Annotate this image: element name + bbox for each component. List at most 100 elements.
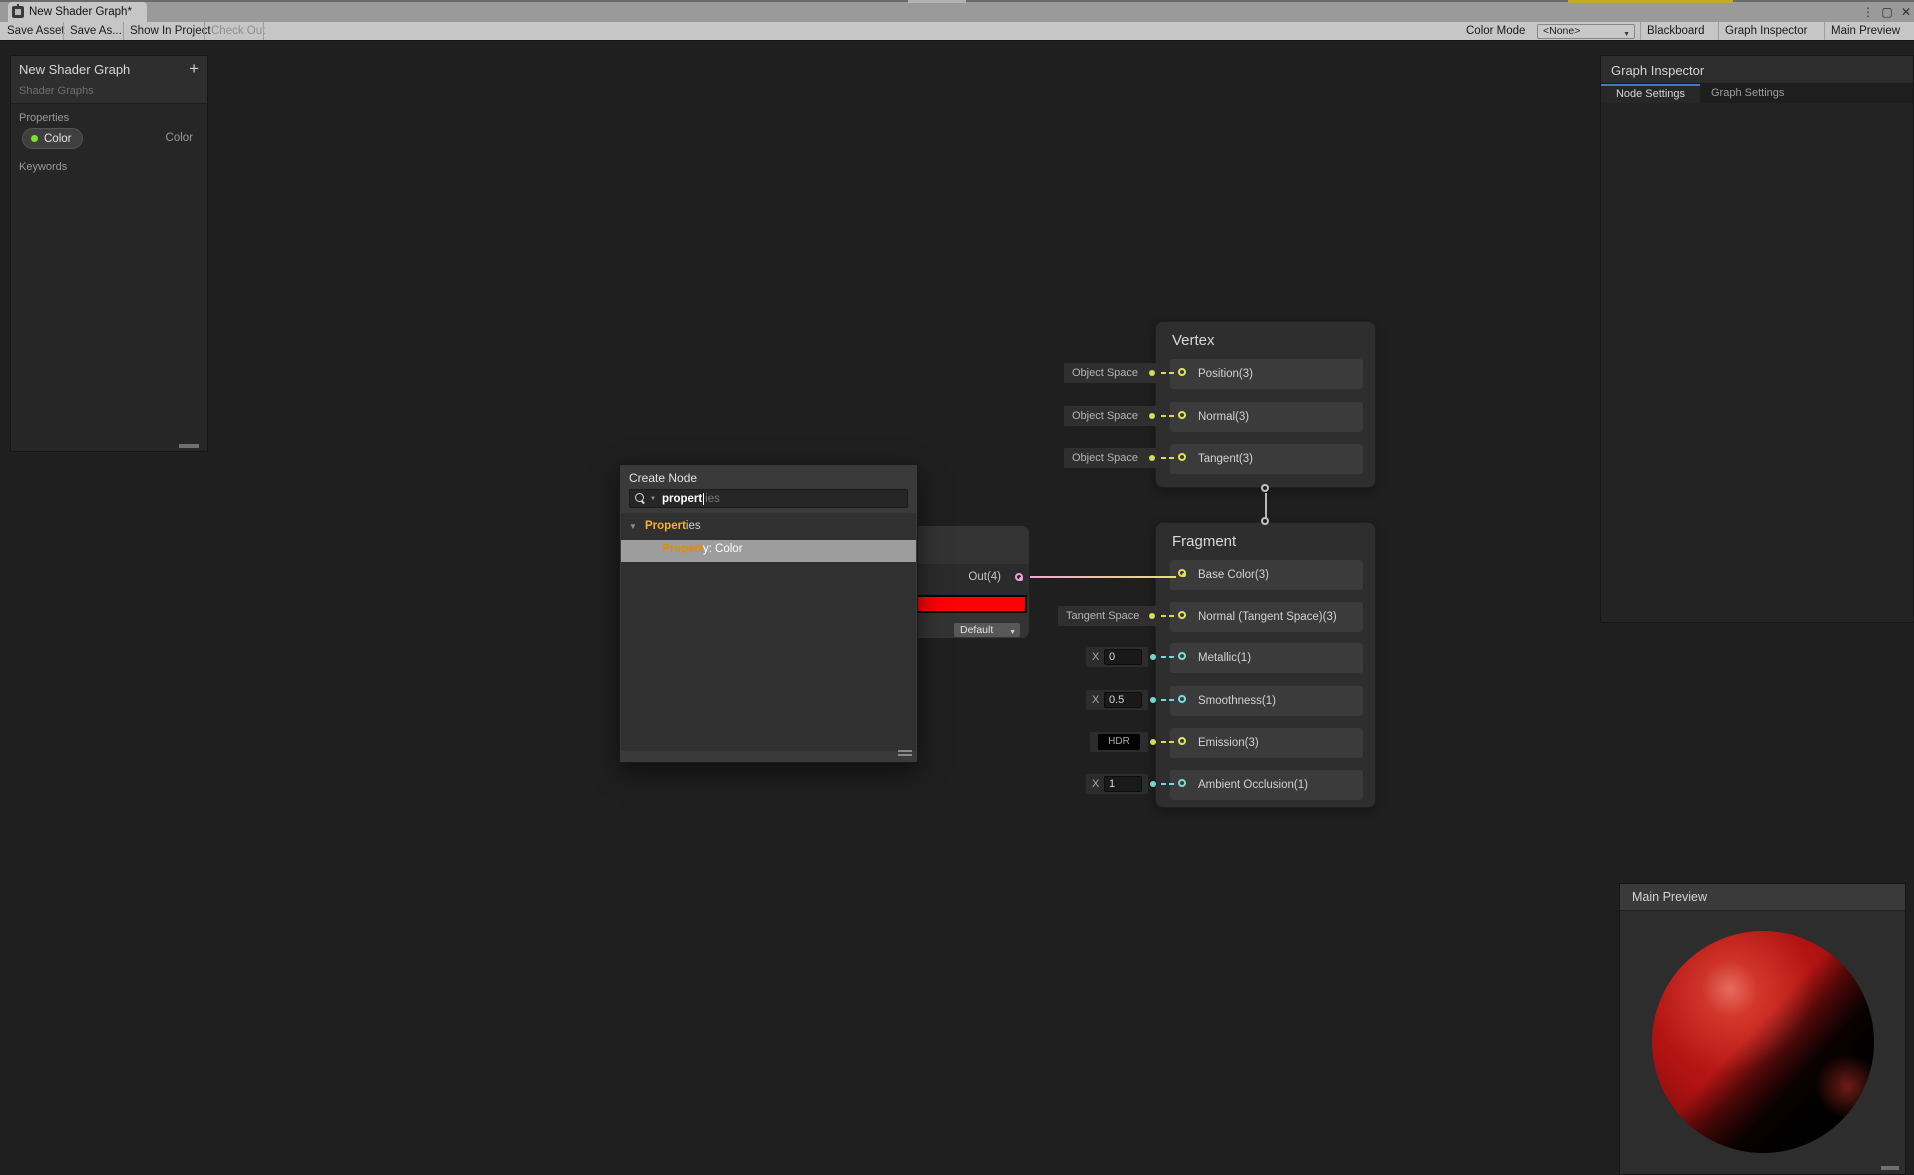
tab-node-settings[interactable]: Node Settings: [1601, 84, 1700, 103]
connector-dash: [1161, 372, 1166, 374]
create-node-dialog: Create Node ▼ propert ies ▼ Properties P…: [619, 464, 918, 763]
space-tag-object[interactable]: Object Space: [1064, 448, 1158, 468]
dialog-resize-grip[interactable]: [898, 750, 912, 757]
graph-inspector-toggle-button[interactable]: Graph Inspector: [1725, 22, 1807, 40]
main-preview-toggle-button[interactable]: Main Preview: [1831, 22, 1900, 40]
fragment-row-label: Base Color(3): [1198, 569, 1269, 581]
connector-dot-icon: [1149, 455, 1155, 461]
tab-new-shader-graph[interactable]: New Shader Graph*: [8, 2, 147, 22]
color-swatch-red[interactable]: [911, 597, 1025, 611]
vertex-row-position[interactable]: Position(3): [1170, 359, 1363, 389]
space-tag-object[interactable]: Object Space: [1064, 406, 1158, 426]
smoothness-value-field[interactable]: 0.5: [1104, 692, 1142, 708]
connector-dot-icon: [1149, 413, 1155, 419]
color-mode-default-dropdown[interactable]: Default ▼: [954, 623, 1020, 637]
port-vector3-icon[interactable]: [1178, 737, 1186, 745]
save-as-button[interactable]: Save As...: [70, 22, 122, 40]
emission-hdr-control[interactable]: HDR: [1090, 732, 1148, 752]
ambient-occlusion-value-field[interactable]: 1: [1104, 776, 1142, 792]
text-caret: [703, 492, 705, 505]
port-vector3-connected-icon[interactable]: [1178, 569, 1186, 577]
blackboard-toggle-button[interactable]: Blackboard: [1647, 22, 1705, 40]
foldout-arrow-icon[interactable]: ▼: [629, 522, 637, 531]
graph-inspector-title: Graph Inspector: [1611, 63, 1705, 78]
x-component-label: X: [1092, 651, 1100, 663]
color-mode-dropdown[interactable]: <None> ▼: [1537, 24, 1635, 39]
save-asset-button[interactable]: Save Asset: [7, 22, 65, 40]
port-vector1-icon[interactable]: [1178, 695, 1186, 703]
out-port-label: Out(4): [968, 571, 1001, 583]
port-vector3-icon[interactable]: [1178, 411, 1186, 419]
color-node-output-row: [903, 564, 1029, 595]
space-tag-label: Tangent Space: [1066, 610, 1140, 622]
connector-dot-icon: [1149, 370, 1155, 376]
space-tag-object[interactable]: Object Space: [1064, 363, 1158, 383]
property-pill-color[interactable]: Color: [22, 128, 84, 149]
show-in-project-button[interactable]: Show In Project: [130, 22, 211, 40]
toolbar-separator: [1824, 22, 1825, 40]
stack-connector-line: [1265, 493, 1267, 518]
add-property-button[interactable]: +: [189, 59, 199, 79]
node-search-field[interactable]: ▼ propert ies: [629, 489, 908, 508]
metallic-value-field[interactable]: 0: [1104, 649, 1142, 665]
fragment-node[interactable]: Fragment Base Color(3) Normal (Tangent S…: [1155, 522, 1376, 808]
edge-color-to-base-color[interactable]: [1028, 576, 1176, 578]
category-match-text: Propert: [645, 520, 686, 532]
hdr-color-swatch[interactable]: HDR: [1098, 734, 1140, 750]
connector-dash: [1169, 457, 1174, 459]
fragment-row-metallic[interactable]: Metallic(1): [1170, 643, 1363, 673]
preview-sphere[interactable]: [1652, 931, 1874, 1153]
space-tag-label: Object Space: [1072, 367, 1139, 379]
ambient-occlusion-value-control: X 1: [1086, 774, 1148, 794]
preview-resize-grip[interactable]: [1881, 1166, 1899, 1170]
fragment-row-ambient-occlusion[interactable]: Ambient Occlusion(1): [1170, 770, 1363, 800]
main-preview-header[interactable]: Main Preview: [1620, 884, 1905, 911]
graph-inspector-panel: Graph Inspector Node Settings Graph Sett…: [1600, 55, 1914, 623]
color-mode-label: Color Mode: [1466, 25, 1526, 37]
tab-graph-settings[interactable]: Graph Settings: [1711, 84, 1784, 103]
main-preview-panel: Main Preview: [1619, 883, 1906, 1175]
category-row-properties[interactable]: ▼ Properties: [621, 517, 916, 538]
port-vector3-icon[interactable]: [1178, 611, 1186, 619]
fragment-row-smoothness[interactable]: Smoothness(1): [1170, 686, 1363, 716]
blackboard-resize-grip[interactable]: [179, 444, 199, 448]
result-row-property-color[interactable]: Property: Color: [621, 540, 916, 562]
vertex-node[interactable]: Vertex Position(3) Normal(3) Tangent(3): [1155, 321, 1376, 488]
port-vector3-icon[interactable]: [1178, 368, 1186, 376]
fragment-row-normal[interactable]: Normal (Tangent Space)(3): [1170, 602, 1363, 632]
color-mode-value: <None>: [1543, 25, 1581, 37]
connector-dash: [1161, 741, 1166, 743]
result-match-text: Propert: [662, 543, 703, 555]
search-autocomplete-ghost: ies: [705, 492, 720, 505]
vertex-row-normal[interactable]: Normal(3): [1170, 402, 1363, 432]
space-tag-tangent[interactable]: Tangent Space: [1058, 606, 1158, 626]
connector-dash: [1161, 457, 1166, 459]
maximize-icon[interactable]: ▢: [1879, 4, 1895, 20]
port-vector1-icon[interactable]: [1178, 779, 1186, 787]
chevron-down-icon: ▼: [1009, 629, 1016, 636]
space-tag-label: Object Space: [1072, 410, 1139, 422]
fragment-node-title: Fragment: [1172, 533, 1237, 550]
vertex-row-tangent[interactable]: Tangent(3): [1170, 444, 1363, 474]
check-out-button: Check Out: [211, 25, 266, 37]
color-property-node[interactable]: Out(4) Default ▼: [902, 525, 1030, 639]
port-vector4-connected-icon[interactable]: [1015, 573, 1023, 581]
blackboard-subtitle: Shader Graphs: [19, 85, 94, 97]
fragment-row-base-color[interactable]: Base Color(3): [1170, 560, 1363, 590]
fragment-row-label: Emission(3): [1198, 737, 1259, 749]
blackboard-header[interactable]: New Shader Graph + Shader Graphs: [11, 56, 207, 104]
graph-inspector-header[interactable]: Graph Inspector: [1601, 56, 1913, 84]
port-vector1-icon[interactable]: [1178, 652, 1186, 660]
connector-dash: [1161, 656, 1166, 658]
x-component-label: X: [1092, 694, 1100, 706]
blackboard-title: New Shader Graph: [19, 62, 131, 77]
kebab-menu-icon[interactable]: ⋮: [1860, 4, 1876, 20]
port-vector3-icon[interactable]: [1178, 453, 1186, 461]
fragment-row-label: Normal (Tangent Space)(3): [1198, 611, 1337, 623]
vertex-row-label: Tangent(3): [1198, 453, 1253, 465]
fragment-row-label: Ambient Occlusion(1): [1198, 779, 1308, 791]
fragment-row-emission[interactable]: Emission(3): [1170, 728, 1363, 758]
shader-graph-asset-icon: [12, 4, 24, 18]
close-icon[interactable]: ✕: [1898, 4, 1914, 20]
search-filter-chevron-icon[interactable]: ▼: [650, 496, 656, 502]
